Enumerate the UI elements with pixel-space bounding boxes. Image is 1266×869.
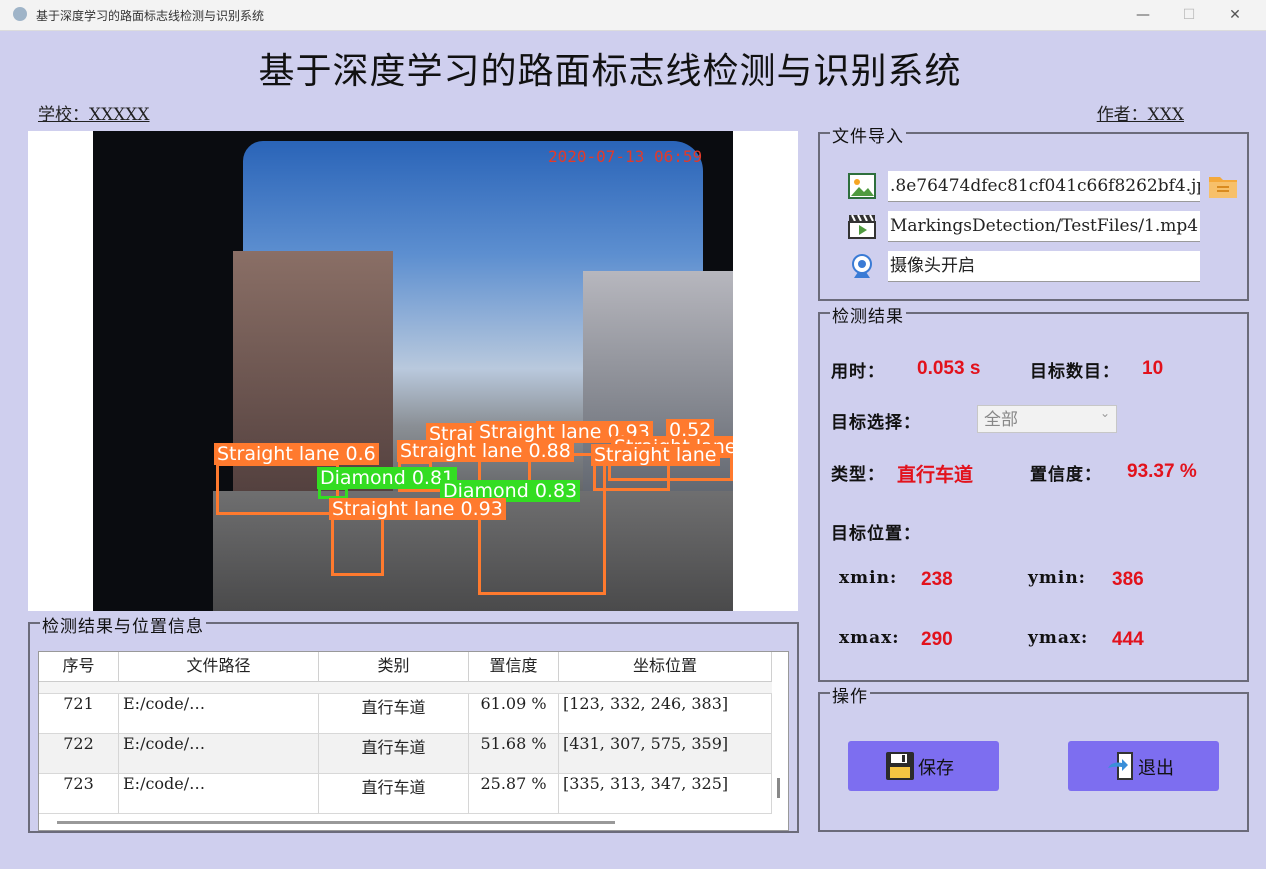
detection-label: Straight lane 0.88: [397, 440, 574, 462]
row-id: 723: [39, 774, 119, 814]
row-confidence: 25.87 %: [469, 774, 559, 814]
file-import-title: 文件导入: [830, 122, 906, 147]
confidence-value: 93.37 %: [1127, 461, 1197, 482]
time-value: 0.053 s: [917, 358, 981, 379]
row-id: 721: [39, 694, 119, 734]
xmax-label: xmax:: [839, 628, 900, 648]
horizontal-scrollbar[interactable]: [57, 821, 615, 824]
xmin-label: xmin:: [839, 568, 898, 588]
exit-icon: [1106, 751, 1136, 786]
target-select-label: 目标选择：: [831, 413, 921, 433]
image-icon[interactable]: [848, 172, 876, 200]
detection-image: 2020-07-13 06:59 Straight lane 0.6 Strai…: [93, 131, 733, 611]
save-label: 保存: [918, 758, 954, 779]
row-confidence: 61.09 %: [469, 694, 559, 734]
app-icon: [13, 7, 27, 21]
row-path: E:/code/…: [119, 734, 319, 774]
window-title: 基于深度学习的路面标志线检测与识别系统: [36, 9, 265, 23]
camera-field[interactable]: 摄像头开启: [888, 251, 1200, 282]
video-path-field[interactable]: MarkingsDetection/TestFiles/1.mp4: [888, 211, 1200, 242]
detection-label: Straight lane: [591, 444, 720, 466]
time-label: 用时：: [831, 362, 885, 382]
ymax-value: 444: [1112, 629, 1144, 650]
table-row[interactable]: [39, 682, 772, 694]
type-label: 类型：: [831, 465, 885, 485]
vertical-scrollbar[interactable]: [777, 778, 780, 798]
target-select[interactable]: 全部 ⌄: [977, 405, 1117, 433]
close-button[interactable]: ✕: [1212, 4, 1258, 26]
image-path-field[interactable]: .8e76474dfec81cf041c66f8262bf4.jpg: [888, 171, 1200, 202]
minimize-button[interactable]: —: [1120, 4, 1166, 26]
image-timestamp: 2020-07-13 06:59: [548, 147, 703, 166]
row-path: E:/code/…: [119, 774, 319, 814]
table-row[interactable]: 721 E:/code/… 直行车道 61.09 % [123, 332, 24…: [39, 694, 772, 734]
table-title: 检测结果与位置信息: [40, 612, 206, 637]
ymin-label: ymin:: [1028, 568, 1086, 588]
type-value: 直行车道: [897, 464, 974, 486]
detection-label: Straight lane 0.6: [214, 443, 379, 465]
exit-label: 退出: [1138, 758, 1174, 779]
operations-title: 操作: [830, 682, 870, 707]
results-table[interactable]: 序号 文件路径 类别 置信度 坐标位置 721 E:/code/… 直行车道 6…: [38, 651, 789, 831]
count-value: 10: [1142, 358, 1164, 379]
page-title: 基于深度学习的路面标志线检测与识别系统: [258, 51, 962, 92]
save-button[interactable]: 保存: [848, 741, 999, 791]
row-path: E:/code/…: [119, 694, 319, 734]
table-row[interactable]: 723 E:/code/… 直行车道 25.87 % [335, 313, 34…: [39, 774, 772, 814]
ymin-value: 386: [1112, 569, 1144, 590]
detection-box: [331, 517, 384, 576]
author-label: 作者：XXX: [1096, 105, 1184, 125]
webcam-icon[interactable]: [848, 252, 876, 280]
ymax-label: ymax:: [1028, 628, 1089, 648]
position-label: 目标位置：: [831, 524, 921, 544]
video-icon[interactable]: [848, 212, 876, 240]
save-icon: [885, 751, 915, 786]
window-titlebar: 基于深度学习的路面标志线检测与识别系统 — ☐ ✕: [0, 0, 1266, 31]
image-display: 2020-07-13 06:59 Straight lane 0.6 Strai…: [28, 131, 798, 611]
row-confidence: 51.68 %: [469, 734, 559, 774]
chevron-down-icon: ⌄: [1099, 406, 1110, 420]
row-position: [335, 313, 347, 325]: [559, 774, 772, 814]
row-id: 722: [39, 734, 119, 774]
row-class: 直行车道: [319, 734, 469, 774]
table-row[interactable]: 722 E:/code/… 直行车道 51.68 % [431, 307, 57…: [39, 734, 772, 774]
column-header-confidence[interactable]: 置信度: [469, 652, 559, 682]
row-class: 直行车道: [319, 694, 469, 734]
detection-label: Diamond 0.81: [317, 467, 458, 489]
folder-icon[interactable]: [1208, 172, 1238, 200]
maximize-button[interactable]: ☐: [1166, 4, 1212, 26]
results-title: 检测结果: [830, 302, 906, 327]
exit-button[interactable]: 退出: [1068, 741, 1219, 791]
detection-box: [478, 453, 606, 595]
column-header-class[interactable]: 类别: [319, 652, 469, 682]
column-header-id[interactable]: 序号: [39, 652, 119, 682]
count-label: 目标数目：: [1030, 362, 1120, 382]
detection-label: Straight lane 0.93: [329, 498, 506, 520]
column-header-path[interactable]: 文件路径: [119, 652, 319, 682]
row-position: [431, 307, 575, 359]: [559, 734, 772, 774]
row-position: [123, 332, 246, 383]: [559, 694, 772, 734]
xmax-value: 290: [921, 629, 953, 650]
confidence-label: 置信度：: [1030, 465, 1102, 485]
target-select-value: 全部: [984, 410, 1018, 430]
school-label: 学校：XXXXX: [38, 105, 150, 125]
xmin-value: 238: [921, 569, 953, 590]
row-class: 直行车道: [319, 774, 469, 814]
column-header-position[interactable]: 坐标位置: [559, 652, 772, 682]
